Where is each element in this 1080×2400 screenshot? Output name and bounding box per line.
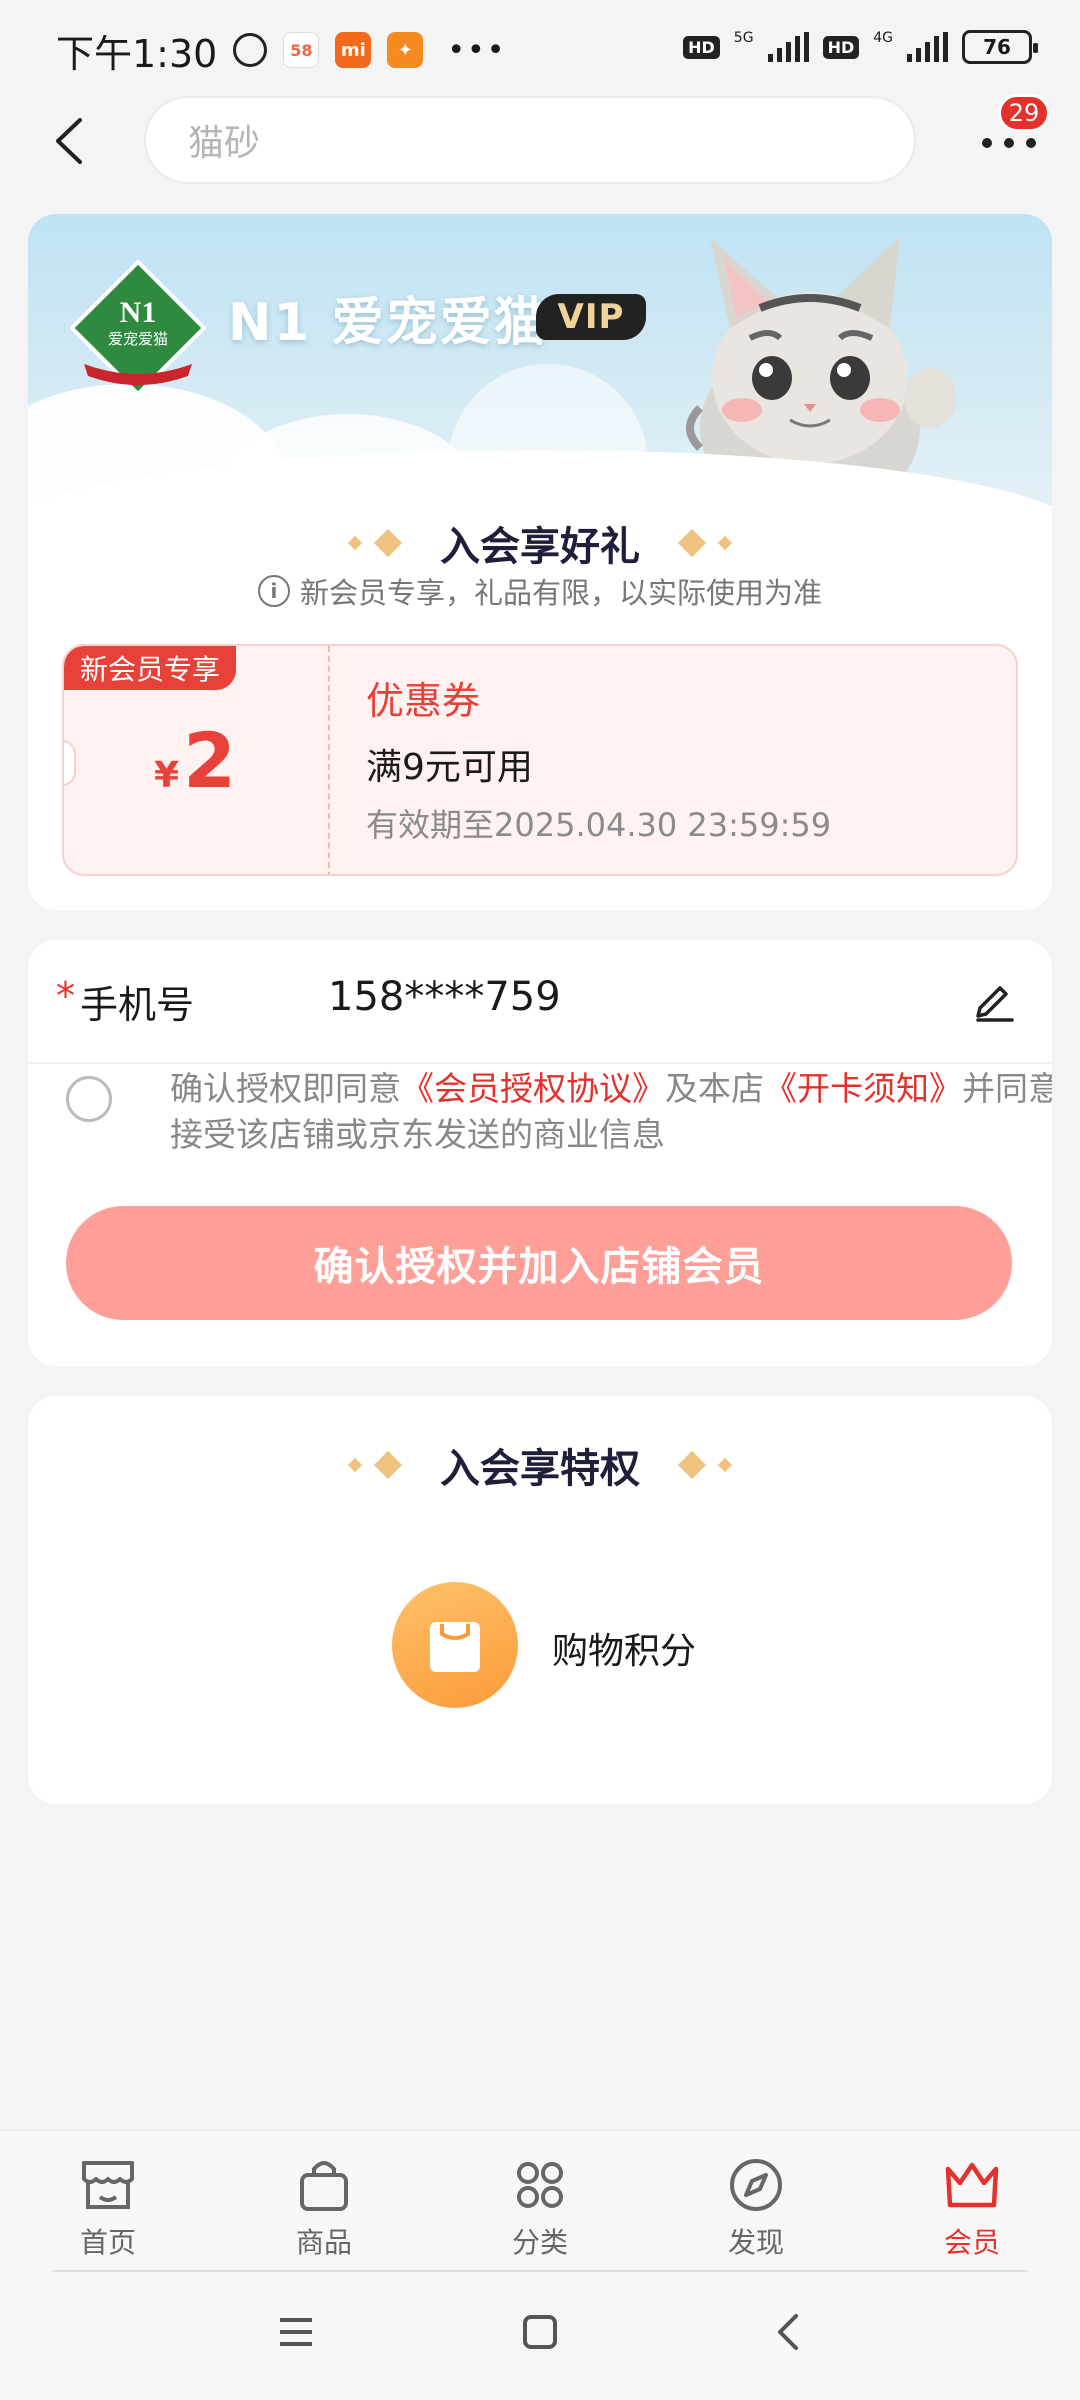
info-icon: i <box>257 575 290 607</box>
crown-icon <box>945 2162 999 2208</box>
vip-badge: VIP <box>536 294 646 340</box>
tab-home[interactable]: 首页 <box>28 2153 188 2261</box>
member-agreement-link[interactable]: 《会员授权协议》 <box>401 1069 665 1108</box>
net-4g-label: 4G <box>873 30 893 46</box>
bottom-tab-bar: 首页 商品 分类 发现 会员 <box>0 2130 1080 2270</box>
coupon-card[interactable]: 新会员专享 ¥ 2 优惠券 满9元可用 有效期至2025.04.30 23:59… <box>62 644 1018 876</box>
back-icon[interactable] <box>774 2312 802 2352</box>
diamond-deco-icon <box>717 535 733 551</box>
top-nav: 猫砂 <box>0 96 1080 186</box>
phone-row: * 手机号 158****759 <box>28 940 1052 1064</box>
system-nav-bar <box>0 2270 1080 2400</box>
shop-banner: N1 爱宠爱猫 N1 爱宠爱猫 VIP <box>28 214 1052 590</box>
tab-discover[interactable]: 发现 <box>676 2153 836 2261</box>
coupon-value: 2 <box>183 716 236 805</box>
tab-home-label: 首页 <box>79 2226 136 2259</box>
svg-text:爱宠爱猫: 爱宠爱猫 <box>108 330 168 348</box>
diamond-deco-icon <box>677 528 707 558</box>
phone-label: 手机号 <box>80 983 195 1027</box>
net-5g-label: 5G <box>733 30 754 46</box>
agree-mid: 及本店 <box>665 1069 764 1108</box>
coupon-condition: 满9元可用 <box>366 747 533 788</box>
home-icon[interactable] <box>522 2314 558 2350</box>
mi-icon: mi <box>335 32 372 68</box>
app-orange-icon: ✦ <box>387 32 424 68</box>
coupon-title: 优惠券 <box>366 679 481 723</box>
auth-form-card: * 手机号 158****759 确认授权即同意《会员授权协议》及本店《开卡须知… <box>28 940 1052 1366</box>
status-time: 下午1:30 <box>56 31 218 76</box>
menu-icon[interactable] <box>276 2314 316 2350</box>
required-mark: * <box>56 974 75 1018</box>
alarm-icon <box>233 33 268 67</box>
bag-icon <box>300 2161 348 2211</box>
new-member-tag: 新会员专享 <box>64 646 237 690</box>
privilege-card: 入会享特权 购物积分 <box>28 1396 1052 1804</box>
brand-logo: N1 爱宠爱猫 <box>70 260 206 396</box>
svg-text:N1: N1 <box>120 296 157 329</box>
storefront-icon <box>82 2161 134 2209</box>
agreement-text: 确认授权即同意《会员授权协议》及本店《开卡须知》并同意接受该店铺或京东发送的商业… <box>170 1066 1052 1158</box>
gift-notice-text: 新会员专享，礼品有限，以实际使用为准 <box>299 576 822 610</box>
signal-5g-icon <box>767 32 809 62</box>
more-notifications-icon: ••• <box>447 32 507 68</box>
hd-icon-2: HD <box>822 35 860 59</box>
diamond-deco-icon <box>717 1457 733 1473</box>
privilege-section-title: 入会享特权 <box>440 1446 640 1492</box>
category-grid-icon <box>517 2162 563 2208</box>
tab-discover-label: 发现 <box>727 2226 784 2259</box>
join-member-button[interactable]: 确认授权并加入店铺会员 <box>66 1206 1012 1320</box>
diamond-deco-icon <box>677 1450 707 1480</box>
battery-icon: 76 <box>962 30 1038 64</box>
tab-member[interactable]: 会员 <box>892 2153 1052 2261</box>
diamond-deco-icon <box>347 535 363 551</box>
coupon-expiry: 有效期至2025.04.30 23:59:59 <box>366 806 832 844</box>
diamond-deco-icon <box>347 1457 363 1473</box>
app-58-icon: 58 <box>283 32 320 68</box>
tab-products-label: 商品 <box>295 2226 352 2259</box>
coupon-amount: ¥ 2 <box>154 716 236 805</box>
compass-icon <box>730 2159 782 2211</box>
search-input[interactable]: 猫砂 <box>144 96 916 184</box>
edit-icon[interactable] <box>972 978 1016 1022</box>
shopping-points-icon[interactable] <box>392 1582 518 1708</box>
tab-products[interactable]: 商品 <box>244 2153 404 2261</box>
brand-name: N1 爱宠爱猫 <box>228 293 548 353</box>
tab-category[interactable]: 分类 <box>460 2153 620 2261</box>
diamond-deco-icon <box>373 528 403 558</box>
agree-checkbox[interactable] <box>66 1076 112 1122</box>
hd-icon: HD <box>683 35 720 59</box>
gift-section-title: 入会享好礼 <box>440 524 640 570</box>
gift-card: N1 爱宠爱猫 N1 爱宠爱猫 VIP 入会享好礼 i 新会员专享，礼品有限，以… <box>28 214 1052 910</box>
gift-notice: i 新会员专享，礼品有限，以实际使用为准 <box>28 570 1052 612</box>
diamond-deco-icon <box>373 1450 403 1480</box>
gift-section-title-row: 入会享好礼 <box>28 514 1052 572</box>
coupon-currency: ¥ <box>154 755 180 796</box>
privilege-section-title-row: 入会享特权 <box>28 1436 1052 1494</box>
card-notice-link[interactable]: 《开卡须知》 <box>764 1069 962 1108</box>
tab-category-label: 分类 <box>511 2226 568 2259</box>
back-arrow-icon[interactable] <box>50 116 90 166</box>
agree-prefix: 确认授权即同意 <box>170 1069 401 1108</box>
shopping-points-label: 购物积分 <box>552 1631 697 1672</box>
signal-4g-icon <box>907 32 948 62</box>
message-badge: 29 <box>998 94 1050 132</box>
status-bar: 下午1:30 58 mi ✦ ••• HD 5G HD 4G 76 <box>0 0 1080 100</box>
phone-field[interactable]: 158****759 <box>328 974 561 1020</box>
shopping-bag-icon <box>430 1622 480 1672</box>
tab-member-label: 会员 <box>943 2226 1000 2259</box>
